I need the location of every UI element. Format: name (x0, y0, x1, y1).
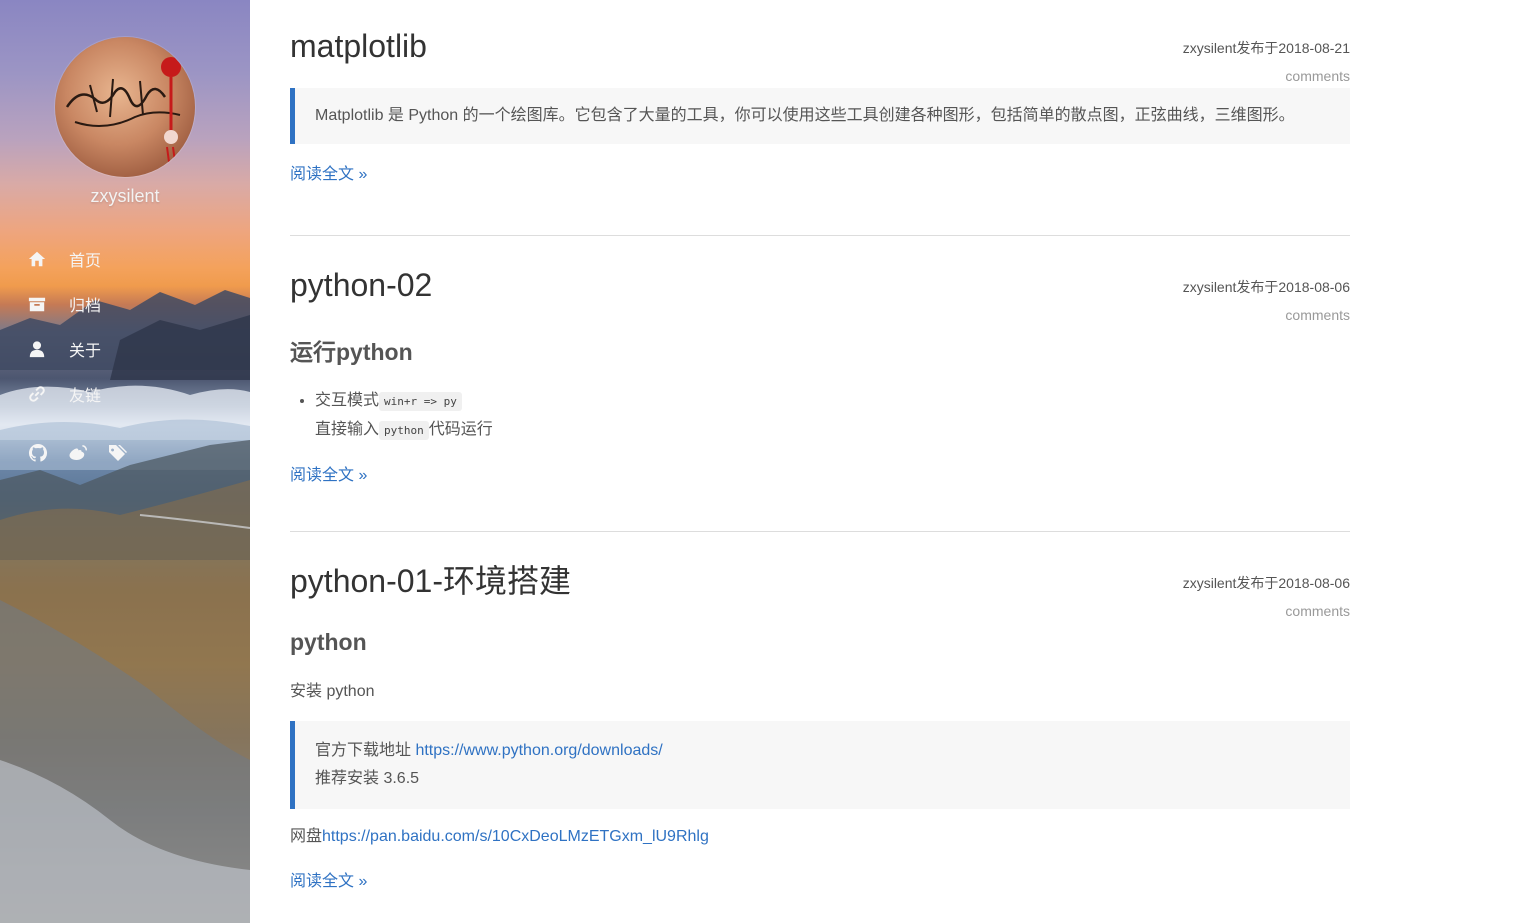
tags-link[interactable] (108, 443, 128, 463)
list-item-text: 直接输入 (315, 421, 380, 438)
pan-label: 网盘 (290, 828, 323, 845)
read-more-link[interactable]: 阅读全文 » (290, 867, 367, 891)
read-more-link[interactable]: 阅读全文 » (290, 461, 367, 485)
archive-icon (28, 297, 46, 311)
nav-label-archive: 归档 (69, 297, 102, 315)
post-quote: 官方下载地址 https://www.python.org/downloads/… (290, 721, 1350, 809)
baidu-pan-link[interactable]: https://pan.baidu.com/s/10CxDeoLMzETGxm_… (322, 828, 709, 845)
quote-line: 推荐安装 3.6.5 (315, 770, 420, 787)
social-links (28, 443, 128, 463)
home-icon (28, 251, 46, 266)
post-paragraph: 网盘https://pan.baidu.com/s/10CxDeoLMzETGx… (290, 823, 1350, 851)
read-more-link[interactable]: 阅读全文 » (290, 160, 367, 184)
github-icon (28, 443, 48, 462)
post-heading: python (290, 629, 367, 655)
weibo-link[interactable] (68, 443, 88, 463)
nav-item-links[interactable]: 友链 (0, 371, 250, 416)
blog-name[interactable]: zxysilent (0, 186, 250, 207)
nav-label-home: 首页 (69, 252, 102, 270)
post-date: zxysilent发布于2018-08-21 (1182, 40, 1350, 56)
link-icon (29, 385, 45, 402)
signature-logo (65, 57, 181, 163)
post-excerpt-quote: Matplotlib 是 Python 的一个绘图库。它包含了大量的工具，你可以… (290, 88, 1350, 144)
list-item-text: 交互模式 (315, 392, 380, 409)
inline-code: python (379, 421, 429, 440)
post-bullet-list: 交互模式win+r => py 直接输入python代码运行 (290, 387, 1350, 445)
list-item: 交互模式win+r => py 直接输入python代码运行 (315, 387, 1350, 445)
post-heading: 运行python (290, 339, 413, 365)
post-item: python-02 zxysilent发布于2018-08-06 comment… (290, 236, 1350, 532)
nav-item-about[interactable]: 关于 (0, 326, 250, 371)
user-icon (29, 340, 45, 357)
post-meta: zxysilent发布于2018-08-06 comments (1183, 273, 1350, 329)
post-list: matplotlib zxysilent发布于2018-08-21 commen… (290, 0, 1350, 923)
list-item-text: 代码运行 (428, 421, 493, 438)
nav-item-home[interactable]: 首页 (0, 236, 250, 281)
sidebar-nav: 首页 归档 关于 友链 (0, 236, 250, 416)
post-meta: zxysilent发布于2018-08-06 comments (1183, 569, 1350, 625)
post-comments-link[interactable]: comments (1183, 301, 1350, 329)
quote-label: 官方下载地址 (315, 742, 416, 759)
weibo-icon (69, 445, 88, 460)
tag-icon (109, 445, 127, 461)
post-comments-link[interactable]: comments (1183, 597, 1350, 625)
post-date: zxysilent发布于2018-08-06 (1182, 575, 1350, 591)
post-paragraph: 安装 python (290, 683, 375, 700)
avatar[interactable] (55, 37, 195, 177)
post-item: python-01-环境搭建 zxysilent发布于2018-08-06 co… (290, 532, 1350, 923)
sidebar: zxysilent 首页 归档 关于 友链 (0, 0, 250, 923)
inline-code: win+r => py (379, 392, 462, 411)
nav-item-archive[interactable]: 归档 (0, 281, 250, 326)
github-link[interactable] (28, 443, 48, 463)
post-date: zxysilent发布于2018-08-06 (1182, 279, 1350, 295)
nav-label-links: 友链 (69, 387, 102, 405)
post-comments-link[interactable]: comments (1183, 62, 1350, 90)
post-meta: zxysilent发布于2018-08-21 comments (1183, 34, 1350, 90)
post-item: matplotlib zxysilent发布于2018-08-21 commen… (290, 0, 1350, 236)
python-download-link[interactable]: https://www.python.org/downloads/ (415, 742, 662, 759)
nav-label-about: 关于 (69, 342, 102, 360)
